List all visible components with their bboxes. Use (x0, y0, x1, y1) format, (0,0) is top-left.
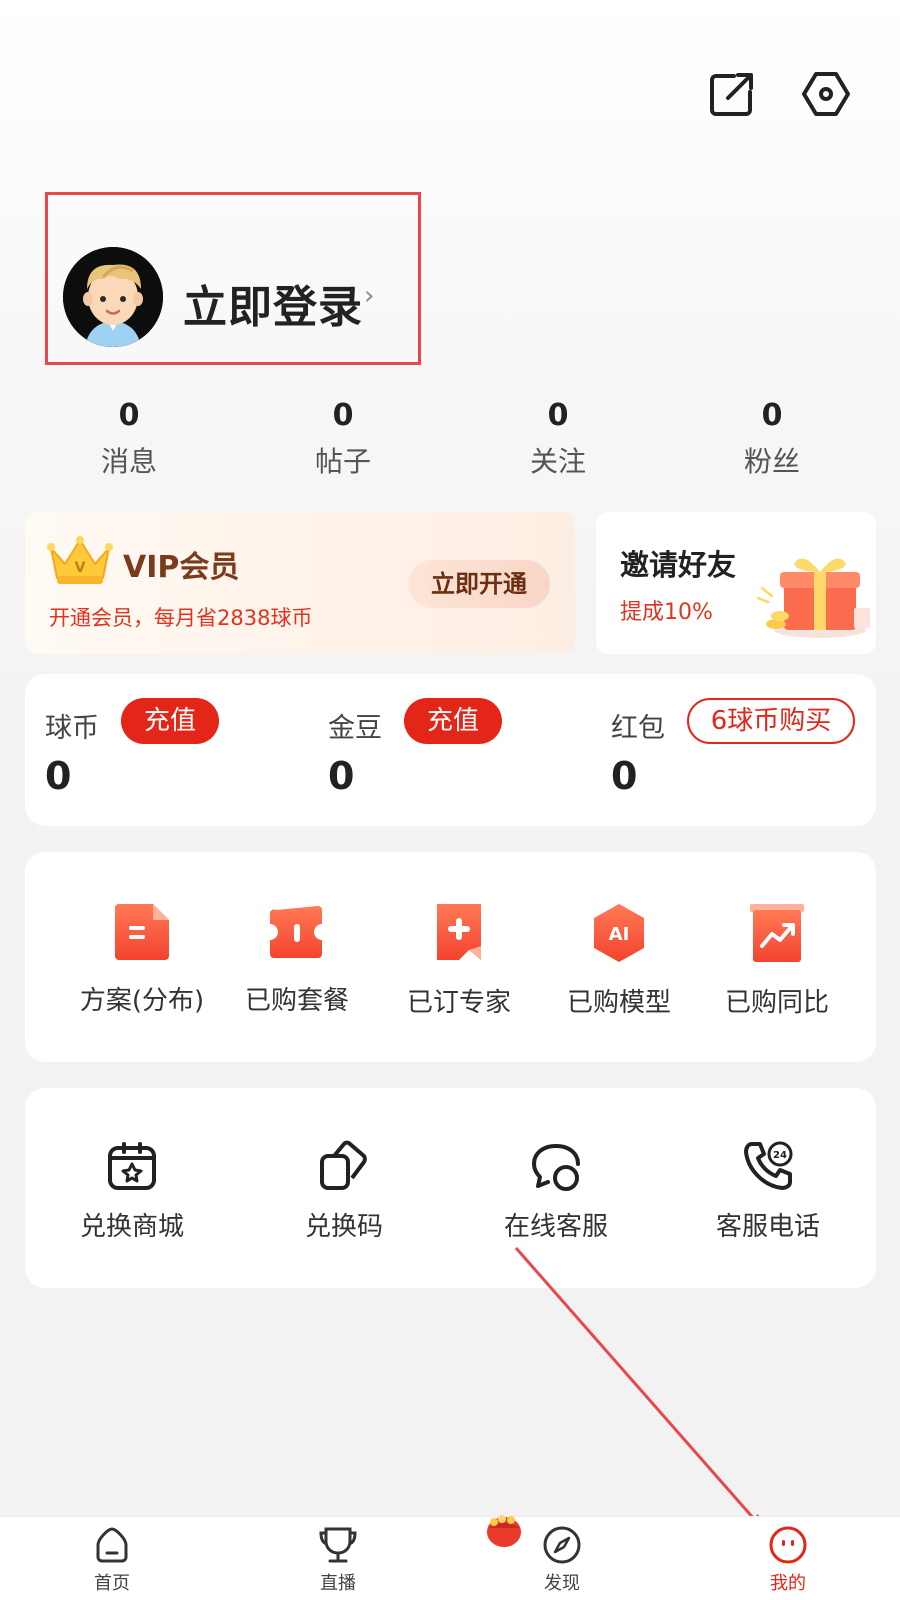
invite-title: 邀请好友 (620, 548, 737, 582)
vip-card[interactable]: V VIP会员 开通会员，每月省2838球币 立即开通 (25, 512, 575, 654)
tab-home[interactable]: 首页 (52, 1525, 172, 1595)
order-item-compare[interactable]: 已购同比 (715, 902, 839, 1019)
crown-icon: V (45, 534, 115, 586)
svg-text:24: 24 (773, 1150, 787, 1161)
stat-value: 0 (332, 398, 354, 433)
compass-icon (543, 1526, 581, 1564)
chat-icon (532, 1144, 580, 1191)
stat-fans[interactable]: 0 粉丝 (692, 398, 852, 480)
order-item-experts[interactable]: 已订专家 (397, 902, 521, 1019)
order-item-label: 已购同比 (724, 988, 829, 1018)
tab-live[interactable]: 直播 (278, 1525, 398, 1595)
wallet-card: 球币 充值 0 金豆 充值 0 红包 6球币购买 0 (25, 674, 876, 826)
wallet-value: 0 (611, 754, 638, 798)
stat-label: 粉丝 (743, 445, 800, 478)
order-item-plans[interactable]: 方案(分布) (72, 902, 212, 1017)
service-hotline[interactable]: 24 客服电话 (683, 1140, 853, 1243)
wallet-value: 0 (328, 754, 355, 798)
service-label: 客服电话 (715, 1212, 820, 1242)
vip-open-button[interactable]: 立即开通 (408, 560, 550, 608)
service-label: 兑换码 (304, 1212, 383, 1242)
vip-subtitle: 开通会员，每月省2838球币 (49, 606, 313, 630)
stat-label: 帖子 (314, 445, 371, 478)
red-packet-badge-icon (486, 1514, 522, 1548)
gift-box-icon (754, 542, 874, 642)
order-item-packages[interactable]: 已购套餐 (235, 902, 359, 1017)
invite-friends-card[interactable]: 邀请好友 提成10% (596, 512, 876, 654)
stat-label: 消息 (100, 445, 157, 478)
order-item-label: 方案(分布) (79, 986, 205, 1016)
beans-recharge-button[interactable]: 充值 (404, 698, 502, 744)
svg-text:V: V (75, 560, 86, 576)
service-label: 兑换商城 (79, 1212, 184, 1242)
ai-hexagon-icon: AI (594, 904, 644, 962)
trophy-icon (319, 1527, 357, 1563)
wallet-label: 金豆 (328, 713, 382, 744)
stat-following[interactable]: 0 关注 (478, 398, 638, 480)
service-online-support[interactable]: 在线客服 (471, 1140, 641, 1243)
redpacket-buy-button[interactable]: 6球币购买 (687, 698, 855, 744)
tab-mine[interactable]: 我的 (728, 1525, 848, 1595)
order-item-label: 已购套餐 (244, 986, 349, 1016)
tab-label: 首页 (94, 1573, 130, 1594)
tab-label: 发现 (544, 1573, 580, 1594)
phone-24-icon: 24 (744, 1141, 793, 1190)
wallet-value: 0 (45, 754, 72, 798)
stat-value: 0 (547, 398, 569, 433)
coins-recharge-button[interactable]: 充值 (121, 698, 219, 744)
vip-title: VIP会员 (123, 550, 240, 585)
bottom-tab-bar: 首页 直播 发现 我的 (0, 1516, 900, 1600)
face-icon (769, 1526, 807, 1564)
bookmark-plus-icon (437, 904, 481, 960)
login-link[interactable]: 立即登录 (183, 271, 363, 335)
copy-icon (320, 1140, 367, 1190)
orders-card: 方案(分布) 已购套餐 已订专家 AI 已购模型 已购同比 (25, 852, 876, 1062)
invite-subtitle: 提成10% (620, 600, 713, 625)
tab-label: 直播 (320, 1573, 356, 1594)
stat-posts[interactable]: 0 帖子 (263, 398, 423, 480)
wallet-label: 红包 (611, 713, 665, 744)
avatar[interactable] (63, 247, 163, 347)
stat-label: 关注 (529, 445, 586, 478)
services-card: 兑换商城 兑换码 在线客服 24 客服电话 (25, 1088, 876, 1288)
order-item-label: 已订专家 (406, 988, 511, 1018)
star-bag-icon (108, 1142, 156, 1190)
order-item-models[interactable]: AI 已购模型 (557, 902, 681, 1019)
ticket-icon (269, 906, 322, 958)
chevron-right-icon: › (364, 281, 375, 311)
stat-messages[interactable]: 0 消息 (49, 398, 209, 480)
settings-icon[interactable] (800, 68, 852, 120)
document-icon (115, 904, 169, 960)
svg-text:AI: AI (609, 924, 630, 945)
login-section[interactable]: 立即登录 › (45, 192, 421, 365)
service-redeem-code[interactable]: 兑换码 (259, 1140, 429, 1243)
home-icon (96, 1527, 128, 1563)
tab-label: 我的 (770, 1573, 806, 1594)
service-label: 在线客服 (503, 1212, 608, 1242)
service-exchange-mall[interactable]: 兑换商城 (47, 1140, 217, 1243)
wallet-label: 球币 (45, 713, 99, 744)
share-icon[interactable] (706, 68, 758, 120)
stat-value: 0 (761, 398, 783, 433)
trend-chart-icon (750, 904, 804, 962)
stat-value: 0 (118, 398, 140, 433)
order-item-label: 已购模型 (566, 988, 671, 1018)
